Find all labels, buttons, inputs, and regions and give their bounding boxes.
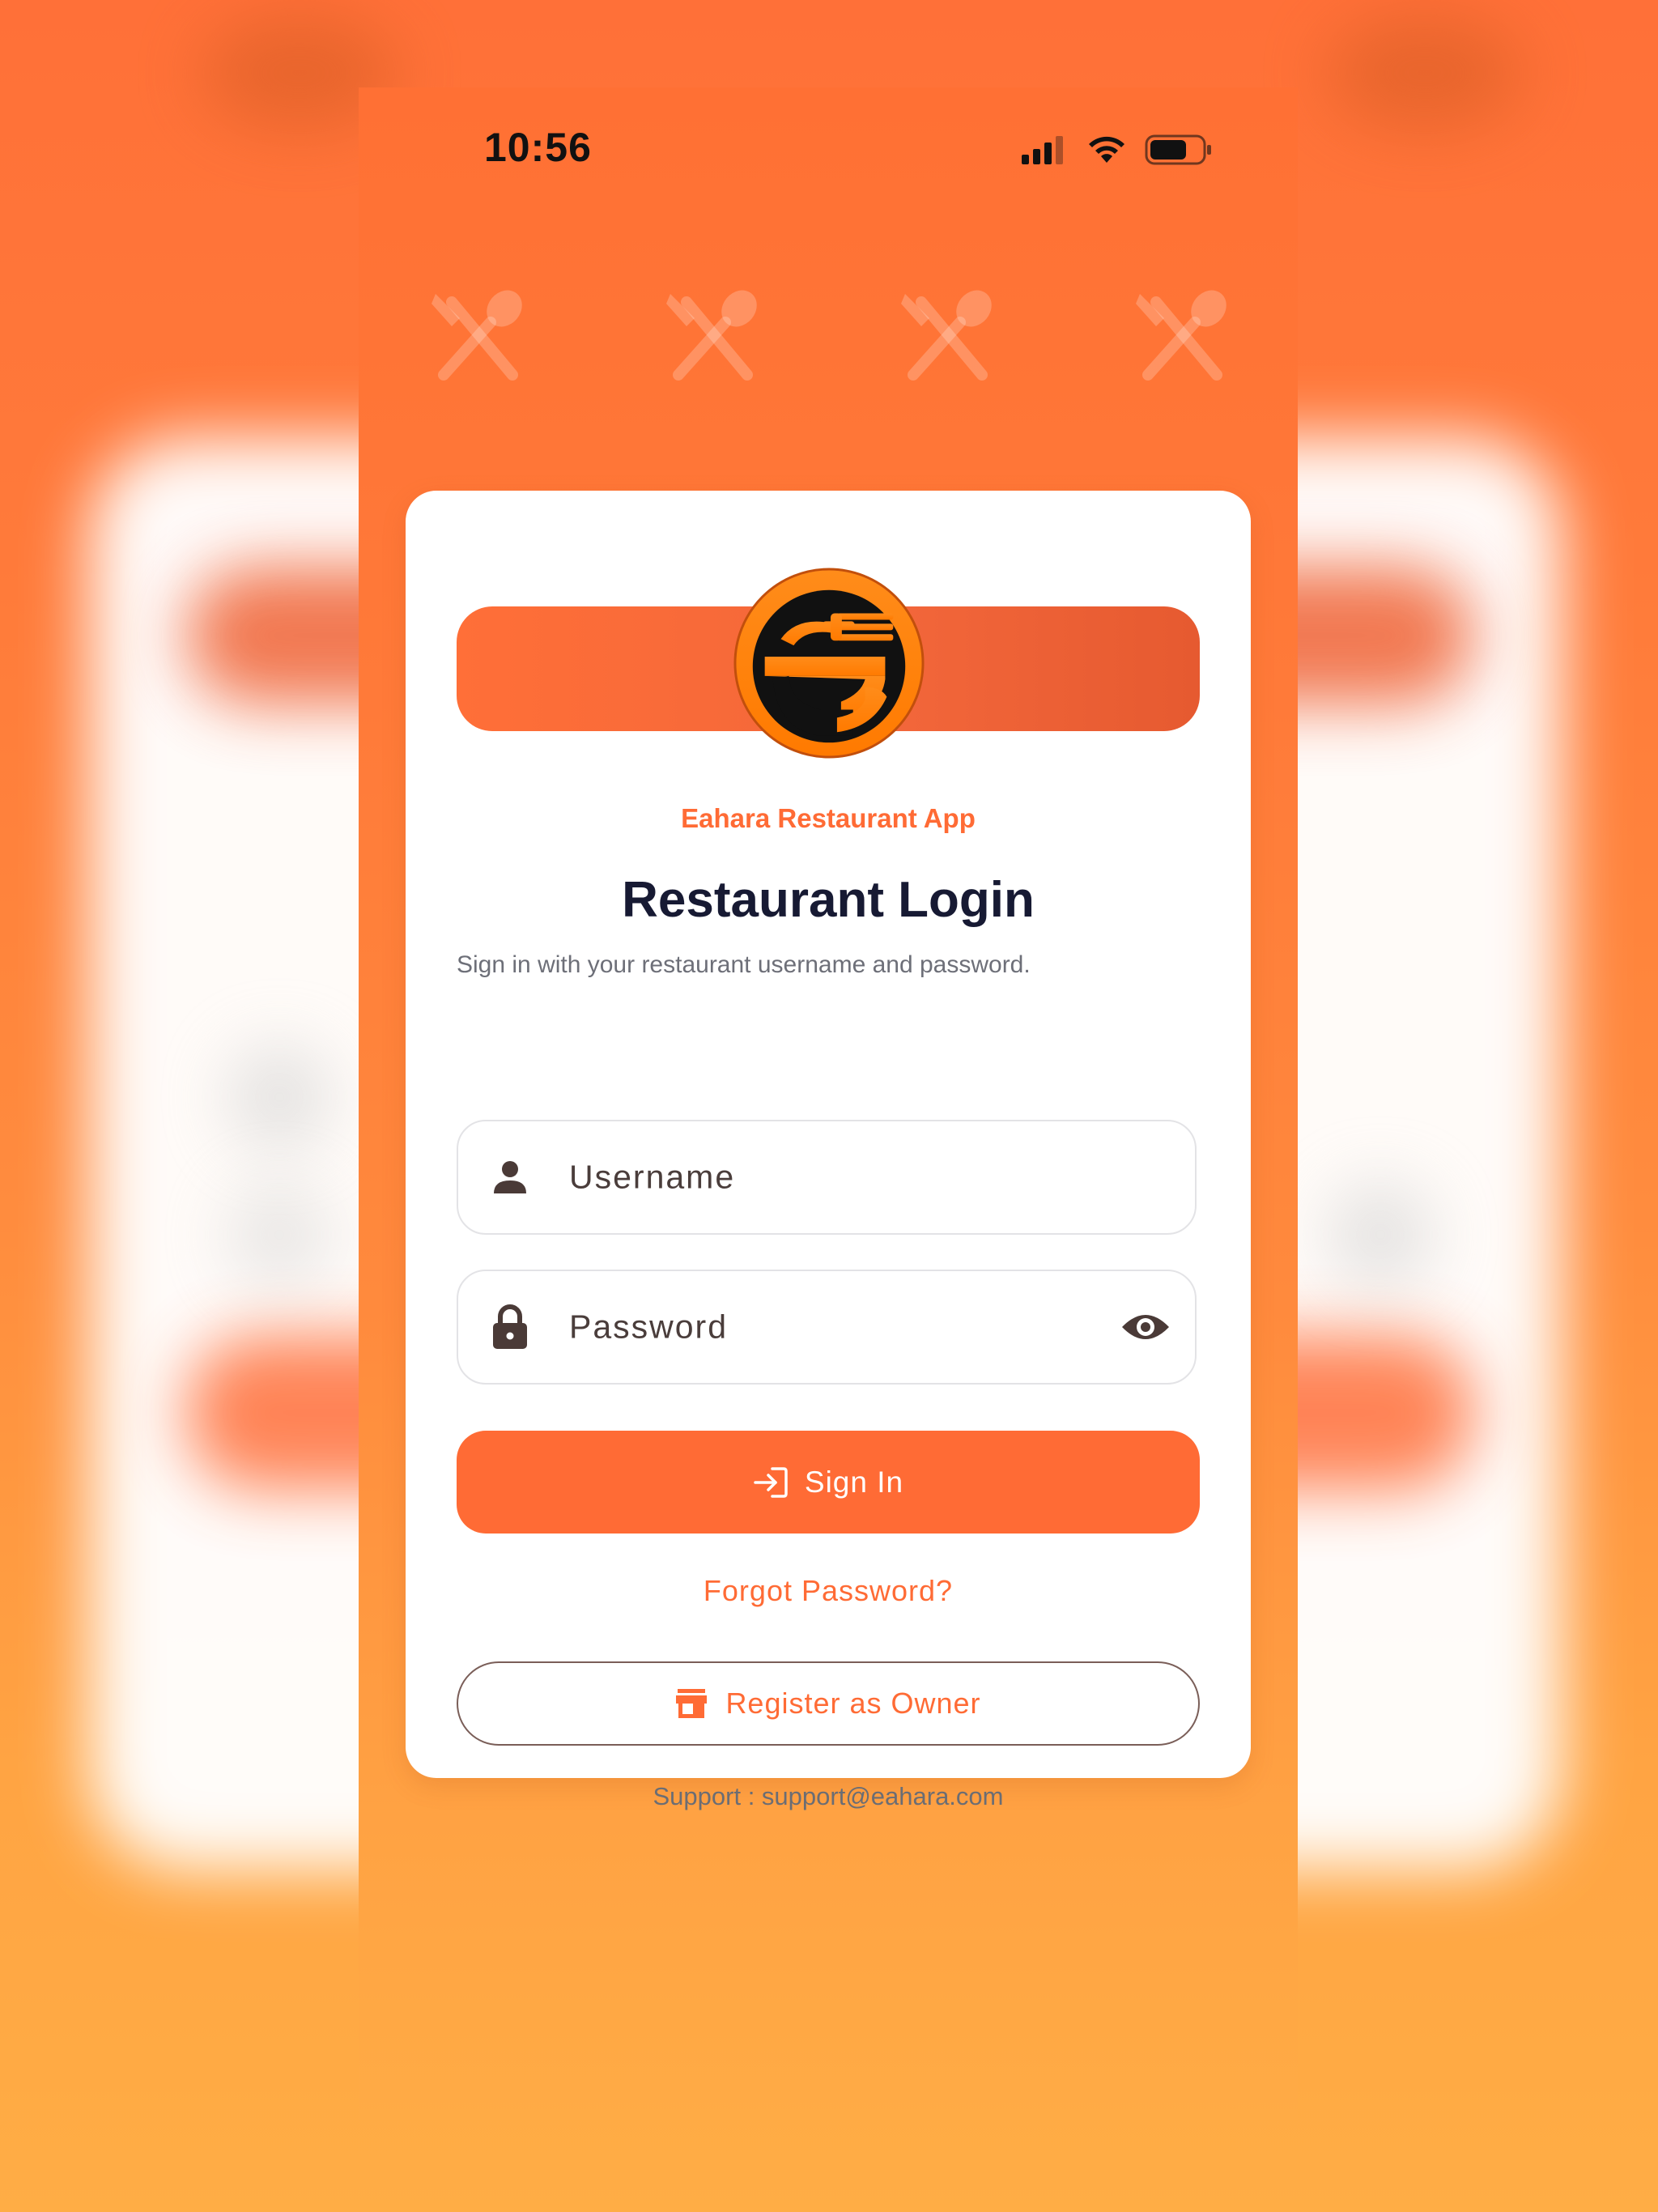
background-blur-shade [1328,16,1522,130]
username-placeholder: Username [569,1158,736,1196]
background-blur-dot [227,1044,332,1150]
wifi-icon [1089,136,1124,163]
lock-icon [493,1304,527,1349]
signal-icon [1022,136,1063,164]
battery-icon [1145,134,1211,165]
support-text: Support : support@eahara.com [653,1782,1004,1810]
status-icons [1022,134,1213,165]
sign-in-label: Sign In [804,1465,904,1499]
background-blur-dot [1328,1182,1433,1287]
register-owner-button[interactable]: Register as Owner [457,1661,1200,1746]
background-blur-dot [227,1182,332,1287]
cutlery-pattern [359,286,1298,391]
forgot-password-link[interactable]: Forgot Password? [406,1574,1251,1608]
app-name: Eahara Restaurant App [681,803,976,833]
login-card: Eahara Restaurant App Restaurant Login S… [406,491,1251,1810]
password-field[interactable]: Password [457,1270,1197,1385]
page-subtitle: Sign in with your restaurant username an… [457,951,1031,978]
sign-in-button[interactable]: Sign In [457,1431,1200,1534]
cutlery-icon [666,290,757,381]
register-label: Register as Owner [725,1687,981,1720]
username-field[interactable]: Username [457,1120,1197,1235]
phone-screen: 10:56 Eahara Restaurant App Restaurant L… [359,87,1298,2120]
cutlery-icon [901,290,992,381]
cutlery-icon [432,290,522,381]
person-icon [494,1161,526,1193]
show-password-icon[interactable] [1120,1309,1171,1345]
page-title: Restaurant Login [622,872,1035,928]
cutlery-icon [1136,290,1226,381]
status-time: 10:56 [484,125,592,170]
password-placeholder: Password [569,1308,729,1346]
login-icon [754,1466,788,1498]
eahara-logo-icon [733,568,925,759]
storefront-icon [676,1689,708,1718]
